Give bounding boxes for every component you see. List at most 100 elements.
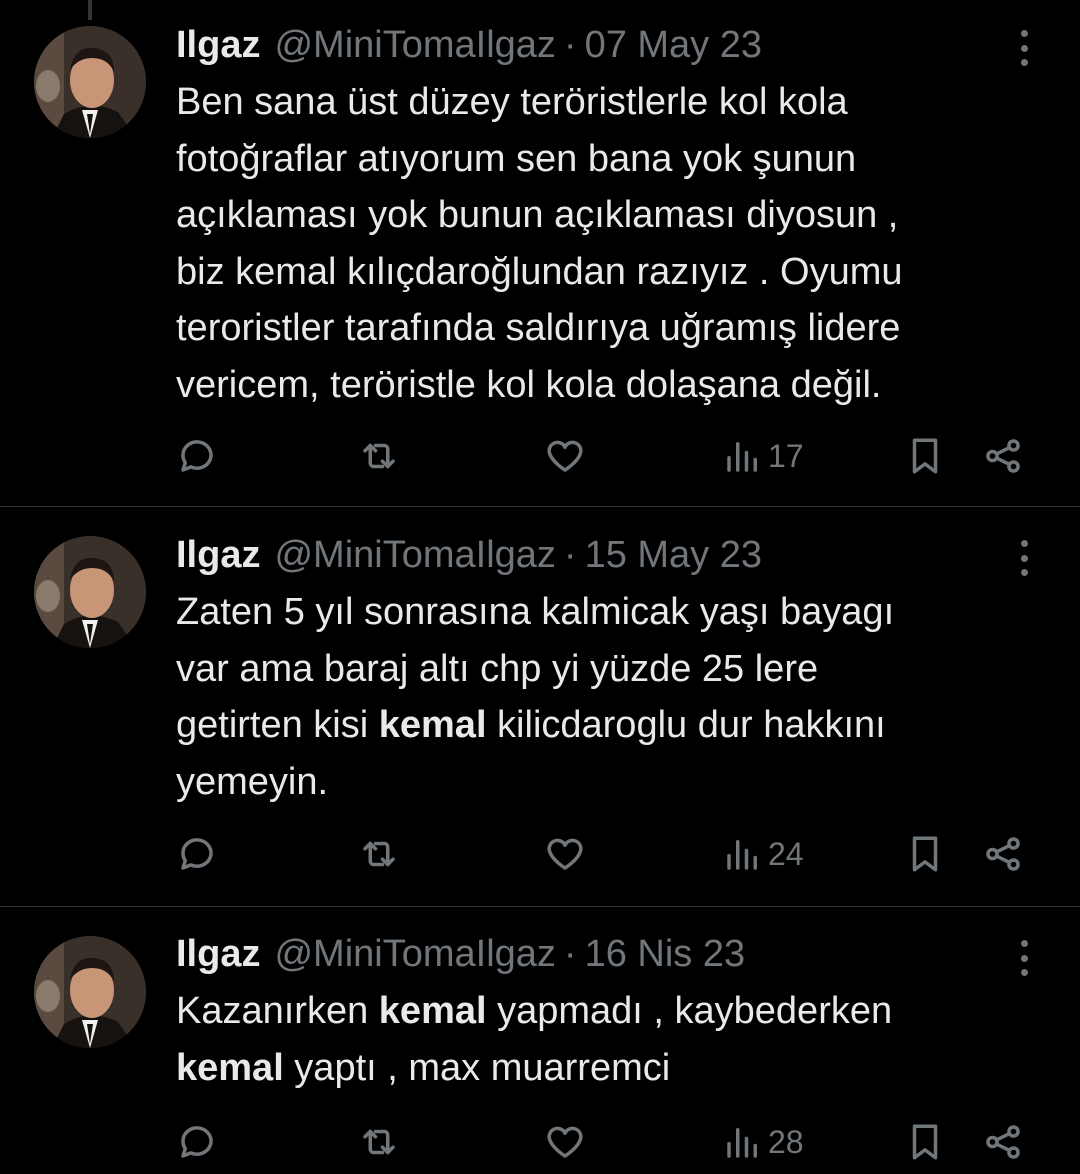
- tweet-header: Ilgaz @MiniTomaIlgaz · 07 May 23: [176, 20, 762, 70]
- highlighted-text: kemal: [378, 990, 487, 1032]
- heart-icon: [547, 440, 583, 472]
- share-button[interactable]: [982, 426, 1024, 486]
- tweet-text: Kazanırken kemal yapmadı , kaybederken ke…: [176, 983, 1056, 1096]
- views-count: 17: [768, 437, 804, 474]
- share-icon: [986, 837, 1020, 871]
- avatar[interactable]: [34, 26, 146, 138]
- text-segment: teroristler tarafında saldırıya uğramış …: [176, 307, 901, 349]
- avatar-image: [34, 936, 146, 1048]
- text-segment: biz kemal kılıçdaroğlundan razıyız . Oyu…: [176, 250, 903, 293]
- tweet-header: Ilgaz @MiniTomaIlgaz · 16 Nis 23: [176, 929, 745, 979]
- repost-button[interactable]: [358, 824, 400, 884]
- avatar-image: [34, 26, 146, 138]
- share-icon: [986, 1125, 1020, 1159]
- text-segment: fotoğraflar atıyorum sen bana yok şunun: [176, 137, 857, 180]
- text-segment: yapmadı , kaybederken: [486, 990, 893, 1032]
- repost-button[interactable]: [358, 1112, 400, 1172]
- heart-icon: [547, 838, 583, 870]
- reply-icon: [181, 838, 213, 870]
- views-button[interactable]: 17: [722, 426, 804, 486]
- tweet-text-line: biz kemal kılıçdaroğlundan razıyız . Oyu…: [176, 244, 1056, 301]
- tweet-text-line: teroristler tarafında saldırıya uğramış …: [176, 300, 1056, 357]
- display-name[interactable]: Ilgaz: [176, 24, 260, 67]
- text-segment: Ben sana üst düzey teröristlerle kol kol…: [176, 81, 848, 123]
- heart-icon: [547, 1126, 583, 1158]
- avatar[interactable]: [34, 936, 146, 1048]
- more-dots-icon: [1020, 540, 1028, 547]
- separator: ·: [563, 23, 577, 66]
- tweet-text-line: Kazanırken kemal yapmadı , kaybederken: [176, 983, 1056, 1040]
- tweet-text-line: kemal yaptı , max muarremci: [176, 1040, 1056, 1097]
- share-button[interactable]: [982, 824, 1024, 884]
- text-segment: var ama baraj altı chp yi yüzde 25 lere: [176, 647, 819, 690]
- reply-button[interactable]: [176, 1112, 218, 1172]
- views-chart-icon: [727, 1128, 757, 1158]
- action-bar: 28: [0, 1112, 1080, 1172]
- repost-button[interactable]: [358, 426, 400, 486]
- highlighted-text: kemal: [176, 1046, 284, 1089]
- reply-icon: [181, 440, 213, 472]
- bookmark-icon: [912, 836, 938, 872]
- tweet-text: Ben sana üst düzey teröristlerle kol kol…: [176, 74, 1056, 413]
- more-options-button[interactable]: [1006, 936, 1042, 980]
- repost-icon: [363, 1129, 395, 1155]
- tweet-date[interactable]: 16 Nis 23: [585, 933, 746, 976]
- share-icon: [986, 439, 1020, 473]
- views-count: 28: [768, 1123, 804, 1160]
- bookmark-icon: [912, 1124, 938, 1160]
- tweet-header: Ilgaz @MiniTomaIlgaz · 15 May 23: [176, 530, 762, 580]
- user-handle[interactable]: @MiniTomaIlgaz: [274, 534, 555, 577]
- more-options-button[interactable]: [1006, 26, 1042, 70]
- views-count: 24: [768, 835, 804, 872]
- like-button[interactable]: [544, 1112, 586, 1172]
- user-handle[interactable]: @MiniTomaIlgaz: [274, 24, 555, 67]
- text-segment: Zaten 5 yıl sonrasına kalmicak yaşı baya…: [176, 591, 895, 633]
- tweet-date[interactable]: 15 May 23: [585, 534, 762, 577]
- share-button[interactable]: [982, 1112, 1024, 1172]
- tweet-text-line: Ben sana üst düzey teröristlerle kol kol…: [176, 74, 1056, 131]
- views-button[interactable]: 28: [722, 1112, 804, 1172]
- thread-connector-line: [88, 0, 92, 20]
- repost-icon: [363, 841, 395, 867]
- bookmark-button[interactable]: [904, 1112, 946, 1172]
- reply-button[interactable]: [176, 426, 218, 486]
- repost-icon: [363, 443, 395, 469]
- tweet-text-line: yemeyin.: [176, 754, 1056, 811]
- action-bar: 17: [0, 426, 1080, 486]
- bookmark-button[interactable]: [904, 824, 946, 884]
- views-button[interactable]: 24: [722, 824, 804, 884]
- like-button[interactable]: [544, 426, 586, 486]
- text-segment: yaptı , max muarremci: [283, 1046, 671, 1089]
- tweet-text: Zaten 5 yıl sonrasına kalmicak yaşı baya…: [176, 584, 1056, 810]
- separator: ·: [563, 932, 577, 975]
- tweet-text-line: getirten kisi kemal kilicdaroglu dur hak…: [176, 697, 1056, 754]
- bookmark-icon: [912, 438, 938, 474]
- views-chart-icon: [727, 840, 757, 870]
- tweet-text-line: var ama baraj altı chp yi yüzde 25 lere: [176, 641, 1056, 698]
- tweet-text-line: açıklaması yok bunun açıklaması diyosun …: [176, 187, 1056, 244]
- user-handle[interactable]: @MiniTomaIlgaz: [274, 933, 555, 976]
- text-segment: getirten kisi: [176, 704, 379, 746]
- more-options-button[interactable]: [1006, 536, 1042, 580]
- bookmark-button[interactable]: [904, 426, 946, 486]
- text-segment: açıklaması yok bunun açıklaması diyosun …: [176, 194, 899, 236]
- reply-button[interactable]: [176, 824, 218, 884]
- text-segment: vericem, teröristle kol kola dolaşana de…: [176, 363, 882, 406]
- tweet-date[interactable]: 07 May 23: [585, 24, 762, 67]
- divider: [0, 506, 1080, 507]
- text-segment: yemeyin.: [176, 760, 329, 803]
- like-button[interactable]: [544, 824, 586, 884]
- display-name[interactable]: Ilgaz: [176, 534, 260, 577]
- divider: [0, 906, 1080, 907]
- display-name[interactable]: Ilgaz: [176, 933, 260, 976]
- avatar[interactable]: [34, 536, 146, 648]
- tweet-text-line: fotoğraflar atıyorum sen bana yok şunun: [176, 131, 1056, 188]
- tweet-text-line: vericem, teröristle kol kola dolaşana de…: [176, 357, 1056, 414]
- separator: ·: [563, 533, 577, 576]
- text-segment: Kazanırken: [176, 990, 379, 1032]
- more-dots-icon: [1020, 30, 1028, 37]
- text-segment: kilicdaroglu dur hakkını: [486, 704, 886, 746]
- reply-icon: [181, 1126, 213, 1158]
- more-dots-icon: [1020, 940, 1028, 947]
- tweet-text-line: Zaten 5 yıl sonrasına kalmicak yaşı baya…: [176, 584, 1056, 641]
